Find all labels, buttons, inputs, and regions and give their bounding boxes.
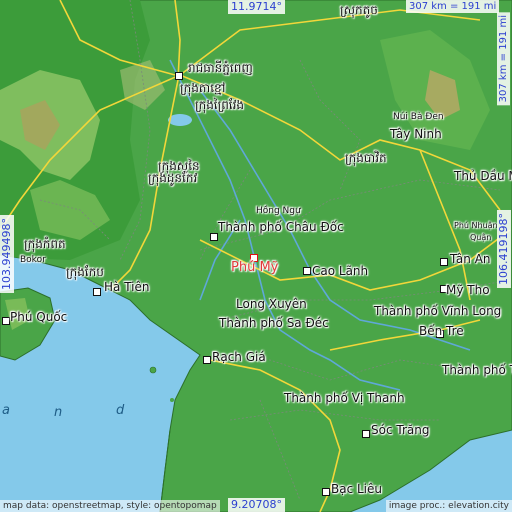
label-tan-an: Tân An [450, 252, 491, 266]
label-kh-3: ក្រុងបាវិត [345, 151, 387, 165]
map-view[interactable]: 11.9714° 9.20708° 103.949498° 106.419198… [0, 0, 512, 512]
label-vinh-long: Thành phố Vĩnh Long [374, 304, 502, 318]
sea-letter-a: a [2, 403, 10, 418]
label-vi-thanh: Thành phố Vị Thanh [284, 391, 405, 405]
label-bac-lieu: Bạc Liêu [331, 482, 383, 496]
label-ha-tien: Hà Tiên [104, 280, 150, 294]
label-my-tho: Mỹ Tho [446, 283, 490, 297]
label-kh-4: ក្រុងដូនកែវ [148, 171, 198, 185]
label-cao-lanh: Cao Lãnh [312, 264, 369, 278]
scale-horizontal: 307 km = 191 mi [406, 0, 500, 13]
city-marker-cao-lanh[interactable] [303, 267, 311, 275]
label-chau-doc: Thành phố Châu Đốc [218, 220, 344, 234]
city-marker-soc-trang[interactable] [362, 430, 370, 438]
city-marker-chau-doc[interactable] [210, 233, 218, 241]
city-marker-tan-an[interactable] [440, 258, 448, 266]
footer-attribution: map data: openstreetmap, style: opentopo… [0, 500, 220, 512]
label-ben-tre: Bến Tre [419, 324, 464, 338]
label-bokor: Bokor [20, 255, 46, 265]
footer-image-proc: image proc.: elevation.city [385, 500, 512, 512]
label-rach-gia: Rạch Giá [212, 350, 266, 364]
sea-letter-n: n [54, 405, 63, 420]
coord-bottom: 9.20708° [228, 498, 285, 512]
coord-top: 11.9714° [228, 0, 285, 14]
coord-right: 106.419198° [497, 210, 511, 288]
label-tay-ninh: Tây Ninh [390, 127, 442, 141]
city-marker-ha-tien[interactable] [93, 288, 101, 296]
label-sa-dec: Thành phố Sa Đéc [219, 316, 329, 330]
label-kh-7: ក្រុងព្រៃវែង [195, 98, 245, 112]
label-kh-phnom-penh: រាជធានីភ្នំពេញ [188, 61, 253, 75]
label-kh-6: ក្រុងកែប [66, 265, 104, 279]
label-phu-quoc: Phú Quốc [10, 310, 68, 324]
city-marker-rach-gia[interactable] [203, 356, 211, 364]
label-kh-1: ក្រុងតាខ្មៅ [180, 81, 226, 95]
city-marker-bac-lieu[interactable] [322, 488, 330, 496]
label-quan: Quận [470, 233, 492, 242]
label-kh-top: ស្រុកតូច [340, 3, 378, 17]
city-marker-phnom-penh[interactable] [175, 72, 183, 80]
label-tra-vinh: Thành phố Trà [442, 363, 512, 377]
label-hong-ngu: Hồng Ngự [256, 206, 301, 216]
label-phu-nhuan: Phú Nhuận [454, 221, 498, 230]
sea-letter-d: d [116, 403, 125, 418]
label-thu-dau-mot: Thủ Dầu M [454, 169, 512, 183]
label-long-xuyen: Long Xuyên [236, 297, 307, 311]
coord-left: 103.949498° [0, 215, 14, 293]
scale-vertical: 307 km = 191 mi [497, 12, 510, 106]
label-kh-5: ក្រុងកំពត [24, 237, 66, 251]
label-soc-trang: Sóc Trăng [371, 423, 430, 437]
label-phu-my: Phú Mỹ [231, 260, 279, 275]
city-marker-phu-quoc[interactable] [2, 317, 10, 325]
label-nui-ba-den: Núi Bà Đen [393, 112, 444, 122]
